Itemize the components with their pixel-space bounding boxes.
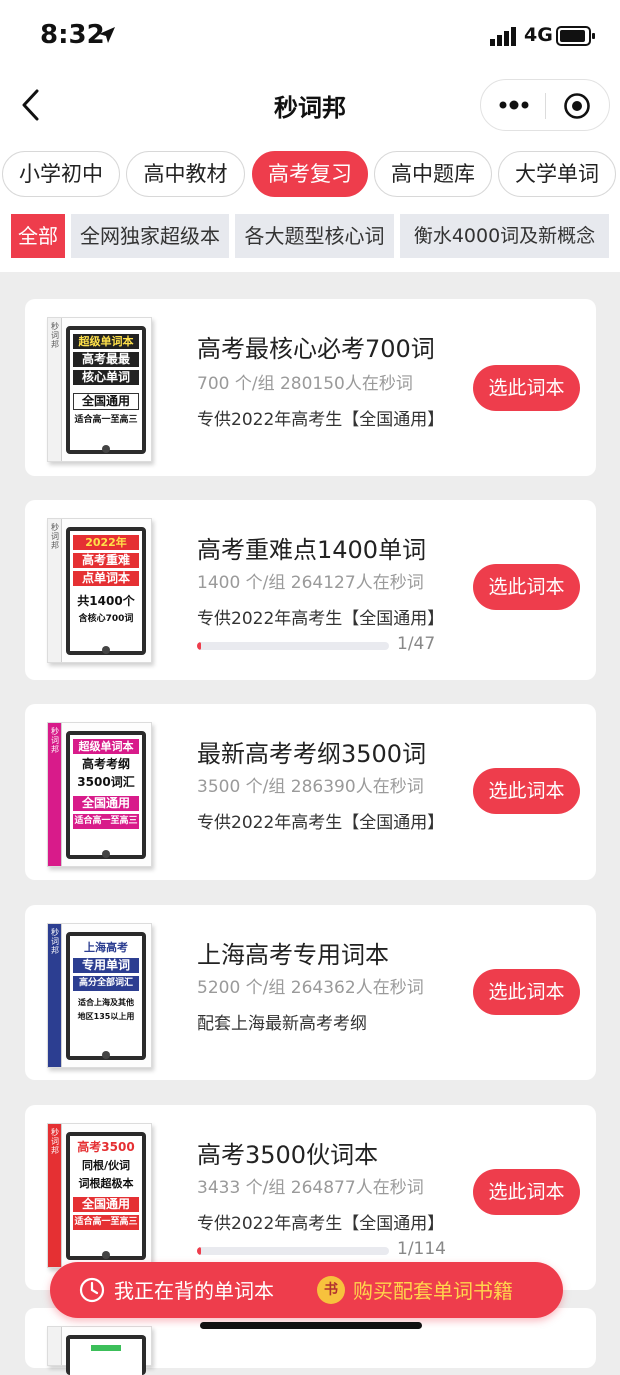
buy-books-button[interactable]: 购买配套单词书籍 bbox=[353, 1275, 513, 1304]
book-meta: 700 个/组 280150人在秒词 bbox=[197, 374, 413, 394]
close-target-icon[interactable] bbox=[563, 92, 591, 120]
select-book-button[interactable]: 选此词本 bbox=[473, 1169, 580, 1215]
nav-bar: 秒词邦 bbox=[0, 70, 620, 140]
book-cover-image: 秒词邦 超级单词本 高考最最 核心单词 全国通用 适合高一至高三 bbox=[47, 317, 152, 462]
progress-bar bbox=[197, 642, 389, 650]
book-title: 上海高考专用词本 bbox=[197, 941, 389, 969]
bottom-action-bar: 我正在背的单词本 书 购买配套单词书籍 bbox=[50, 1262, 563, 1318]
subtab-exclusive-super[interactable]: 全网独家超级本 bbox=[71, 214, 229, 258]
book-icon: 书 bbox=[317, 1276, 345, 1304]
subtab-core-words[interactable]: 各大题型核心词 bbox=[235, 214, 394, 258]
book-title: 高考3500伙词本 bbox=[197, 1141, 379, 1169]
book-description: 专供2022年高考生【全国通用】 bbox=[197, 609, 445, 629]
tab-high-school-textbook[interactable]: 高中教材 bbox=[126, 151, 245, 197]
book-card[interactable]: 秒词邦 超级单词本 高考考纲 3500词汇 全国通用 适合高一至高三 最新高考考… bbox=[25, 704, 596, 880]
book-cover-image: 秒词邦 高考3500 同根/伙词 词根超极本 全国通用 适合高一至高三 bbox=[47, 1123, 152, 1268]
location-arrow-icon bbox=[99, 27, 115, 43]
more-dots-icon[interactable] bbox=[499, 95, 529, 115]
book-description: 专供2022年高考生【全国通用】 bbox=[197, 410, 445, 430]
subtab-all[interactable]: 全部 bbox=[11, 214, 65, 258]
book-description: 专供2022年高考生【全国通用】 bbox=[197, 1214, 445, 1234]
my-wordbooks-button[interactable]: 我正在背的单词本 bbox=[114, 1275, 274, 1304]
book-meta: 3433 个/组 264877人在秒词 bbox=[197, 1178, 424, 1198]
tab-primary-junior[interactable]: 小学初中 bbox=[2, 151, 120, 197]
book-description: 专供2022年高考生【全国通用】 bbox=[197, 813, 445, 833]
select-book-button[interactable]: 选此词本 bbox=[473, 365, 580, 411]
book-cover-image bbox=[47, 1326, 152, 1375]
select-book-button[interactable]: 选此词本 bbox=[473, 768, 580, 814]
book-meta: 5200 个/组 264362人在秒词 bbox=[197, 978, 424, 998]
status-bar: 8:32 4G bbox=[0, 0, 620, 70]
select-book-button[interactable]: 选此词本 bbox=[473, 969, 580, 1015]
book-card[interactable]: 秒词邦 2022年 高考重难 点单词本 共1400个 含核心700词 高考重难点… bbox=[25, 500, 596, 680]
status-time: 8:32 bbox=[40, 20, 105, 50]
progress-fill bbox=[197, 1247, 201, 1255]
progress-fill bbox=[197, 642, 202, 650]
battery-icon bbox=[556, 26, 595, 46]
clock-icon bbox=[79, 1277, 105, 1303]
book-title: 最新高考考纲3500词 bbox=[197, 740, 427, 768]
home-indicator bbox=[200, 1322, 422, 1329]
tab-high-school-question-bank[interactable]: 高中题库 bbox=[374, 151, 492, 197]
book-title: 高考最核心必考700词 bbox=[197, 335, 435, 363]
capsule-divider bbox=[545, 93, 546, 119]
book-description: 配套上海最新高考考纲 bbox=[197, 1014, 367, 1034]
miniprogram-capsule bbox=[480, 79, 610, 131]
tab-gaokao-review[interactable]: 高考复习 bbox=[252, 151, 368, 197]
category-tabs-area: 小学初中 高中教材 高考复习 高中题库 大学单词 全部 全网独家超级本 各大题型… bbox=[0, 140, 620, 272]
subtab-hengshui-new-concept[interactable]: 衡水4000词及新概念 bbox=[400, 214, 609, 258]
progress-text: 1/47 bbox=[397, 634, 436, 654]
book-title: 高考重难点1400单词 bbox=[197, 536, 427, 564]
tab-college-words[interactable]: 大学单词 bbox=[498, 151, 616, 197]
book-cover-image: 秒词邦 2022年 高考重难 点单词本 共1400个 含核心700词 bbox=[47, 518, 152, 663]
signal-icon bbox=[490, 27, 516, 46]
book-card[interactable]: 秒词邦 超级单词本 高考最最 核心单词 全国通用 适合高一至高三 高考最核心必考… bbox=[25, 299, 596, 476]
book-meta: 1400 个/组 264127人在秒词 bbox=[197, 573, 424, 593]
book-cover-image: 秒词邦 超级单词本 高考考纲 3500词汇 全国通用 适合高一至高三 bbox=[47, 722, 152, 867]
network-type: 4G bbox=[524, 24, 553, 46]
book-card[interactable]: 秒词邦 上海高考 专用单词 高分全部词汇 适合上海及其他 地区135以上用 上海… bbox=[25, 905, 596, 1080]
select-book-button[interactable]: 选此词本 bbox=[473, 564, 580, 610]
book-meta: 3500 个/组 286390人在秒词 bbox=[197, 777, 424, 797]
progress-bar bbox=[197, 1247, 389, 1255]
progress-text: 1/114 bbox=[397, 1239, 446, 1259]
book-cover-image: 秒词邦 上海高考 专用单词 高分全部词汇 适合上海及其他 地区135以上用 bbox=[47, 923, 152, 1068]
